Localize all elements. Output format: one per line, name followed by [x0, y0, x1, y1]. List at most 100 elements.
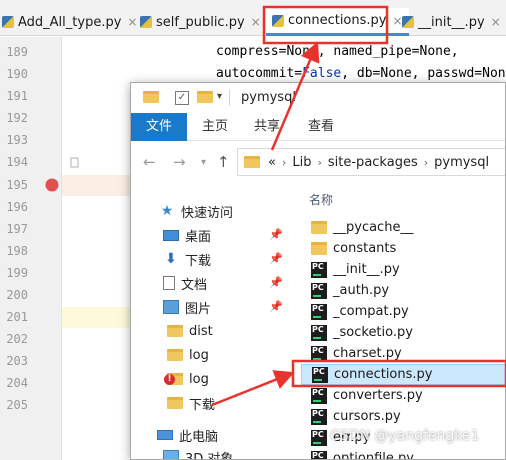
nav-item-documents[interactable]: 文档 📌 [163, 271, 291, 295]
nav-item-log-error[interactable]: log [164, 367, 291, 391]
line-number: 193 [6, 133, 28, 147]
nav-item-3d-objects[interactable]: 3D 对象 [163, 445, 291, 460]
file-name: _socketio.py [333, 325, 413, 340]
line-number: 192 [6, 111, 28, 125]
line-number: 195 [6, 178, 28, 192]
line-number: 201 [6, 310, 28, 324]
nav-item-pictures[interactable]: 图片 📌 [163, 295, 291, 319]
breadcrumb-pymysql[interactable]: pymysql [434, 155, 489, 170]
file-row[interactable]: __init__.py [301, 259, 505, 280]
forward-arrow-icon[interactable]: → [173, 153, 186, 171]
ribbon-tab-file[interactable]: 文件 [131, 113, 187, 141]
3d-objects-icon [163, 450, 179, 459]
file-name: optionfile.py [333, 451, 414, 460]
file-row[interactable]: constants [301, 238, 505, 259]
editor-tab-label: __init__.py [418, 14, 485, 30]
pycharm-file-icon [312, 366, 328, 383]
nav-item-downloads-folder[interactable]: 下载 [167, 391, 291, 415]
file-list-pane: 名称 __pycache__ constants __init__.py _au… [291, 183, 505, 460]
nav-item-label: log [189, 347, 209, 363]
properties-check-icon[interactable]: ✓ [175, 91, 189, 105]
folder-icon [167, 349, 183, 361]
line-number: 199 [6, 266, 28, 280]
breadcrumb-separator-icon[interactable]: › [424, 156, 428, 169]
line-number: 190 [6, 67, 28, 81]
pycharm-file-icon [311, 429, 327, 446]
nav-item-label: 3D 对象 [185, 451, 234, 460]
file-name: _auth.py [333, 283, 390, 298]
folder-icon [143, 91, 159, 103]
desktop-icon [163, 229, 179, 241]
ribbon-tab-view[interactable]: 查看 [299, 113, 343, 141]
close-icon[interactable]: × [251, 15, 261, 29]
code-line-189: compress=None, named_pipe=None, [216, 44, 459, 59]
file-row[interactable]: _auth.py [301, 280, 505, 301]
breadcrumb-separator-icon[interactable]: › [317, 156, 321, 169]
code-text: , db=None, passwd=Non [341, 66, 506, 81]
pycharm-file-icon [311, 324, 327, 341]
nav-item-downloads[interactable]: ⬇ 下载 📌 [163, 247, 291, 271]
pin-icon[interactable]: 📌 [269, 300, 283, 313]
nav-item-label: 文档 [181, 277, 208, 293]
file-row[interactable]: charset.py [301, 343, 505, 364]
file-name: charset.py [333, 346, 402, 361]
nav-item-dist[interactable]: dist [167, 319, 291, 343]
ribbon-tab-share[interactable]: 共享 [245, 113, 289, 141]
breakpoint-icon[interactable] [44, 177, 60, 193]
nav-item-log[interactable]: log [167, 343, 291, 367]
editor-tab[interactable]: Add_All_type.py × [2, 8, 137, 36]
breadcrumb-separator-icon[interactable]: › [282, 156, 286, 169]
nav-item-desktop[interactable]: 桌面 📌 [163, 223, 291, 247]
line-number: 191 [6, 89, 28, 103]
file-row[interactable]: optionfile.py [301, 448, 505, 460]
folder-icon [311, 242, 327, 255]
line-number: 204 [6, 376, 28, 390]
editor-tab-active[interactable]: connections.py × [266, 8, 409, 36]
line-number: 197 [6, 222, 28, 236]
file-row[interactable]: cursors.py [301, 406, 505, 427]
close-icon[interactable]: × [491, 15, 501, 29]
file-row[interactable]: __pycache__ [301, 217, 505, 238]
title-divider [229, 90, 230, 106]
close-icon[interactable]: × [127, 15, 137, 29]
nav-item-label: dist [189, 323, 213, 339]
star-icon: ★ [160, 203, 174, 219]
back-arrow-icon[interactable]: ← [143, 153, 156, 171]
line-number: 205 [6, 398, 28, 412]
ribbon-tab-home[interactable]: 主页 [193, 113, 237, 141]
fold-marker-icon[interactable] [70, 156, 80, 170]
file-row[interactable]: _socketio.py [301, 322, 505, 343]
file-explorer-window: ✓ ▾ pymysql 文件 主页 共享 查看 ← → ▾ ↑ « › Lib … [130, 82, 506, 460]
pycharm-file-icon [311, 408, 327, 425]
editor-tab[interactable]: self_public.py × [140, 8, 261, 36]
nav-item-this-pc[interactable]: 此电脑 [157, 423, 291, 447]
breadcrumb-overflow[interactable]: « [268, 155, 276, 170]
line-number: 196 [6, 200, 28, 214]
watermark: CSDN @yangfengke1 [330, 428, 480, 444]
window-title: pymysql [241, 90, 296, 105]
file-row[interactable]: converters.py [301, 385, 505, 406]
editor-tab[interactable]: __init__.py × [402, 8, 501, 36]
file-row[interactable]: _compat.py [301, 301, 505, 322]
breadcrumb-lib[interactable]: Lib [292, 155, 311, 170]
column-header-name[interactable]: 名称 [309, 191, 333, 208]
breadcrumb-site-packages[interactable]: site-packages [328, 155, 418, 170]
pin-icon[interactable]: 📌 [269, 228, 283, 241]
nav-item-label: 下载 [185, 253, 212, 269]
new-folder-icon[interactable] [197, 91, 213, 103]
code-keyword: False [302, 66, 342, 81]
address-bar[interactable]: « › Lib › site-packages › pymysql [237, 148, 505, 176]
pycharm-file-icon [311, 282, 327, 299]
line-number: 198 [6, 244, 28, 258]
recent-locations-chevron-icon[interactable]: ▾ [201, 157, 206, 168]
code-line-190: autocommit=False, db=None, passwd=Non [216, 66, 506, 81]
up-arrow-icon[interactable]: ↑ [217, 153, 230, 171]
document-icon [163, 276, 175, 290]
picture-icon [163, 300, 179, 314]
file-name: __pycache__ [333, 220, 414, 235]
file-row-selected[interactable]: connections.py [301, 364, 505, 385]
file-name: _compat.py [333, 304, 409, 319]
chevron-down-icon[interactable]: ▾ [217, 91, 222, 102]
pin-icon[interactable]: 📌 [269, 252, 283, 265]
pin-icon[interactable]: 📌 [269, 276, 283, 289]
